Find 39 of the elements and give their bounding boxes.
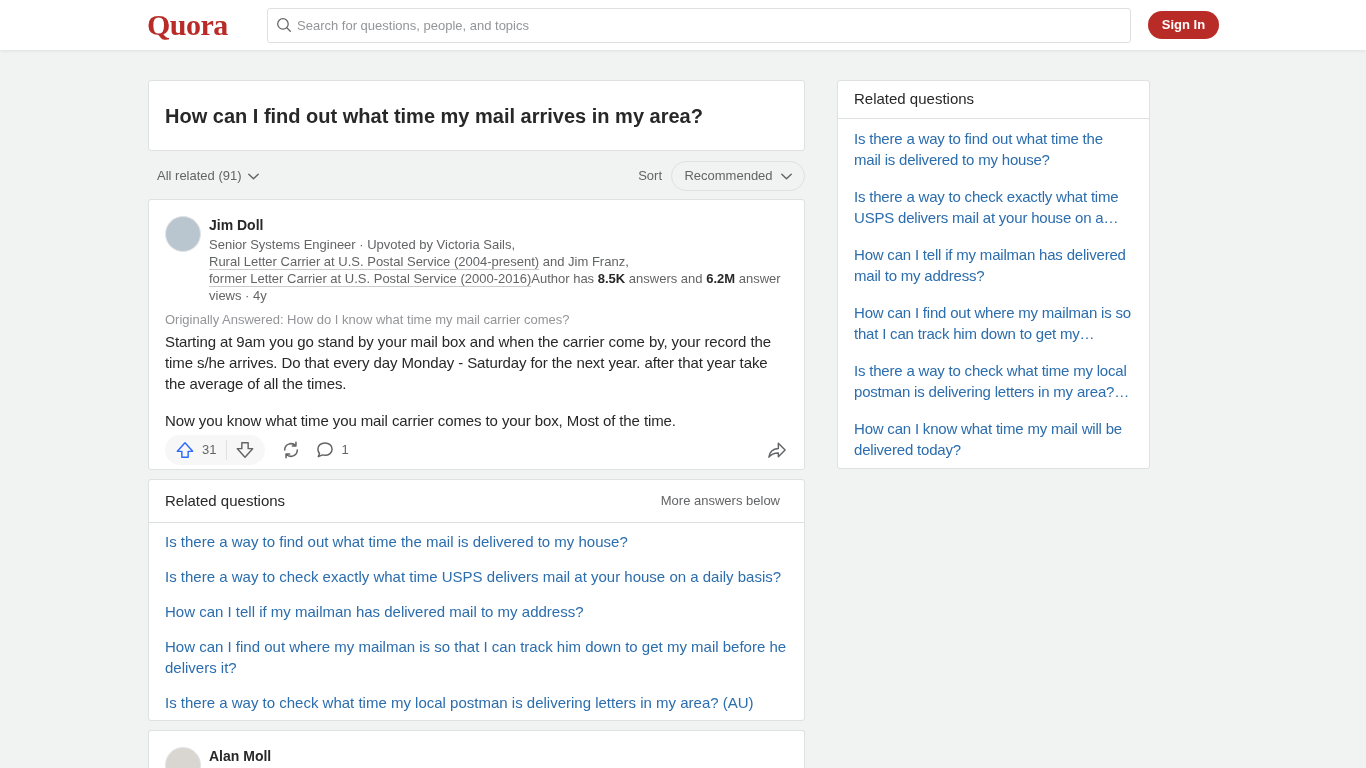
related-heading: Related questions [165, 490, 286, 511]
related-question-link[interactable]: Is there a way to find out what time the mail is delivered to my house? [854, 128, 1133, 170]
all-related-button[interactable]: All related (91) [157, 166, 259, 186]
answer-paragraph: Now you know what time you mail carrier comes to your box, Most of the time. [165, 411, 677, 431]
more-answers-note: More answers below [660, 492, 780, 511]
related-question-link[interactable]: Is there a way to check exactly what time USPS delivers mail at your house on a… [854, 186, 1133, 228]
related-question-link[interactable]: How can I find out where my mailman is so that I can track him down to get my… [854, 302, 1133, 344]
related-question-link[interactable]: How can I tell if my mailman has delivered mail to my address? [165, 601, 788, 622]
sort-label: Sort [638, 167, 662, 186]
related-question-link[interactable]: How can I find out where my mailman is so that I can track him down to get my mail before he delivers it? [165, 636, 788, 678]
author-name[interactable]: Alan Moll [209, 747, 272, 765]
sign-in-button[interactable]: Sign In [1148, 11, 1219, 39]
related-question-link[interactable]: How can I tell if my mailman has delivered mail to my address? [854, 244, 1133, 286]
author-name[interactable]: Jim Doll [209, 216, 264, 234]
upvote-icon [176, 441, 194, 459]
share-icon [768, 441, 786, 459]
search-field[interactable]: Search for questions, people, and topics [267, 7, 1131, 43]
answer-paragraph: Starting at 9am you go stand by your mail box and when the carrier come by, your record the time s/he arrives. Do that every day Monday - Saturday for the next year. after that year take the average of all the times. [165, 332, 772, 394]
logo[interactable]: Quora [147, 8, 235, 42]
avatar [165, 216, 201, 252]
comment-icon [317, 442, 334, 458]
author-credential: Senior Systems Engineer · Upvoted by Victoria Sails, Rural Letter Carrier at U.S. Postal Service (2004-present) and Jim Franz, former Letter Carrier at U.S. Postal Service (2000-2016)Author has 8.5K answers and 6.2M answer views · 4y [209, 236, 782, 304]
related-question-link[interactable]: How can I know what time my mail will be delivered today? [854, 418, 1133, 460]
question-title: How can I find out what time my mail arrives in my area? [165, 103, 703, 129]
chevron-down-icon [780, 172, 792, 180]
related-question-link[interactable]: Is there a way to check what time my local postman is delivering letters in my area? (AU) [165, 692, 788, 713]
sidebar-heading: Related questions [854, 89, 975, 110]
reshare-icon [282, 441, 301, 459]
related-question-link[interactable]: Is there a way to check exactly what time USPS delivers mail at your house on a daily basis? [165, 566, 788, 587]
chevron-down-icon [247, 172, 259, 180]
downvote-icon [236, 441, 255, 459]
related-question-link[interactable]: Is there a way to find out what time the mail is delivered to my house? [165, 531, 788, 552]
comment-button[interactable]: 1 [317, 435, 349, 465]
original-question-text: Originally Answered: How do I know what time my mail carrier comes? [165, 311, 571, 329]
search-icon [277, 17, 291, 32]
credential-link[interactable]: former Letter Carrier at U.S. Postal Service (2000-2016) [209, 271, 532, 286]
related-question-link[interactable]: Is there a way to check what time my local postman is delivering letters in my area?… [854, 360, 1133, 402]
credential-link[interactable]: Rural Letter Carrier at U.S. Postal Service (2004-present) [209, 254, 540, 269]
upvote-button[interactable]: 31 [165, 435, 227, 465]
